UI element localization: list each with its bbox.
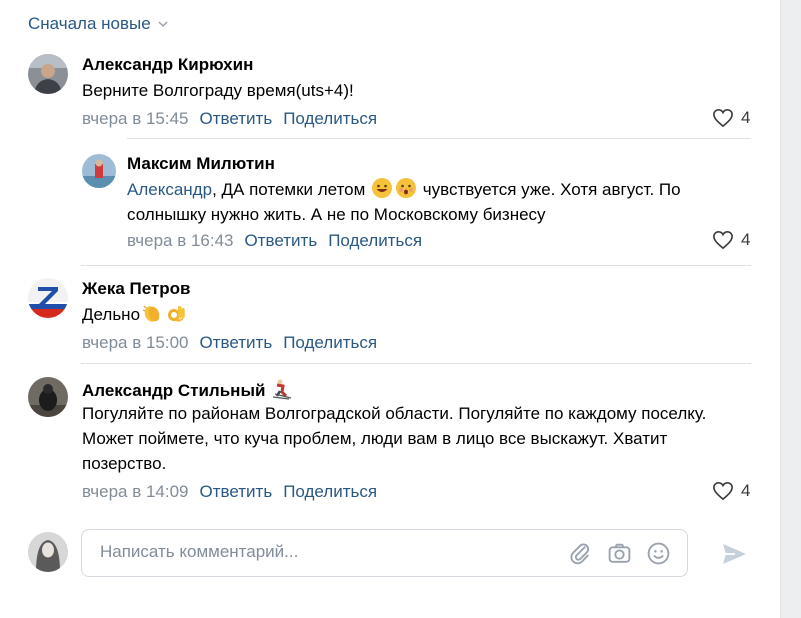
text-part: , ДА потемки летом bbox=[212, 180, 366, 199]
heart-icon bbox=[713, 230, 733, 250]
skier-emoji-icon bbox=[271, 378, 293, 400]
sort-dropdown[interactable]: Сначала новые bbox=[28, 14, 169, 34]
heart-icon bbox=[713, 481, 733, 501]
comment-text: Верните Волгограду время(uts+4)! bbox=[82, 81, 354, 100]
reply-button[interactable]: Ответить bbox=[245, 231, 318, 251]
comment-date[interactable]: вчера в 15:45 bbox=[82, 109, 189, 129]
like-button[interactable]: 4 bbox=[712, 481, 750, 501]
send-icon[interactable] bbox=[720, 540, 748, 568]
clapping-hands-emoji-icon bbox=[141, 302, 163, 324]
chevron-down-icon bbox=[158, 21, 168, 28]
hushed-emoji-icon bbox=[395, 177, 417, 199]
reply-button[interactable]: Ответить bbox=[200, 482, 273, 502]
current-user-avatar[interactable] bbox=[28, 532, 68, 572]
share-button[interactable]: Поделиться bbox=[328, 231, 422, 251]
like-button[interactable]: 4 bbox=[712, 108, 750, 128]
reply-button[interactable]: Ответить bbox=[200, 109, 273, 129]
text-part: Дельно bbox=[82, 305, 141, 324]
comment-text: Погуляйте по районам Волгоградской облас… bbox=[82, 404, 707, 473]
grinning-emoji-icon bbox=[371, 177, 393, 199]
like-button[interactable]: 4 bbox=[712, 230, 750, 250]
share-button[interactable]: Поделиться bbox=[283, 333, 377, 353]
like-count: 4 bbox=[741, 481, 751, 500]
comment-text: Дельно bbox=[82, 302, 742, 327]
divider bbox=[81, 265, 751, 266]
share-button[interactable]: Поделиться bbox=[283, 482, 377, 502]
mention-link[interactable]: Александр bbox=[127, 180, 212, 199]
comment-date[interactable]: вчера в 15:00 bbox=[82, 333, 189, 353]
divider bbox=[127, 138, 751, 139]
comment-input-placeholder: Написать комментарий... bbox=[100, 542, 299, 561]
reply-button[interactable]: Ответить bbox=[200, 333, 273, 353]
heart-icon bbox=[713, 108, 733, 128]
comment-date[interactable]: вчера в 14:09 bbox=[82, 482, 189, 502]
share-button[interactable]: Поделиться bbox=[283, 109, 377, 129]
camera-icon[interactable] bbox=[607, 541, 632, 566]
avatar[interactable] bbox=[28, 54, 68, 94]
smile-icon[interactable] bbox=[646, 541, 671, 566]
comment-author[interactable]: Александр Кирюхин bbox=[82, 55, 253, 75]
comment-input[interactable]: Написать комментарий... bbox=[81, 529, 688, 577]
like-count: 4 bbox=[741, 108, 751, 127]
avatar[interactable] bbox=[28, 278, 68, 318]
ok-hand-emoji-icon bbox=[165, 302, 187, 324]
author-name: Александр Стильный bbox=[82, 381, 266, 400]
comment-author[interactable]: Александр Стильный bbox=[82, 378, 294, 401]
divider bbox=[81, 363, 751, 364]
right-scroll-strip bbox=[780, 0, 801, 618]
comment-author[interactable]: Жека Петров bbox=[82, 279, 191, 299]
like-count: 4 bbox=[741, 230, 751, 249]
avatar[interactable] bbox=[28, 377, 68, 417]
paperclip-icon[interactable] bbox=[568, 541, 593, 566]
avatar[interactable] bbox=[82, 154, 116, 188]
comment-date[interactable]: вчера в 16:43 bbox=[127, 231, 234, 251]
sort-label: Сначала новые bbox=[28, 14, 151, 33]
comment-text: Александр, ДА потемки летом чувствуется … bbox=[127, 177, 742, 227]
comment-author[interactable]: Максим Милютин bbox=[127, 154, 275, 174]
